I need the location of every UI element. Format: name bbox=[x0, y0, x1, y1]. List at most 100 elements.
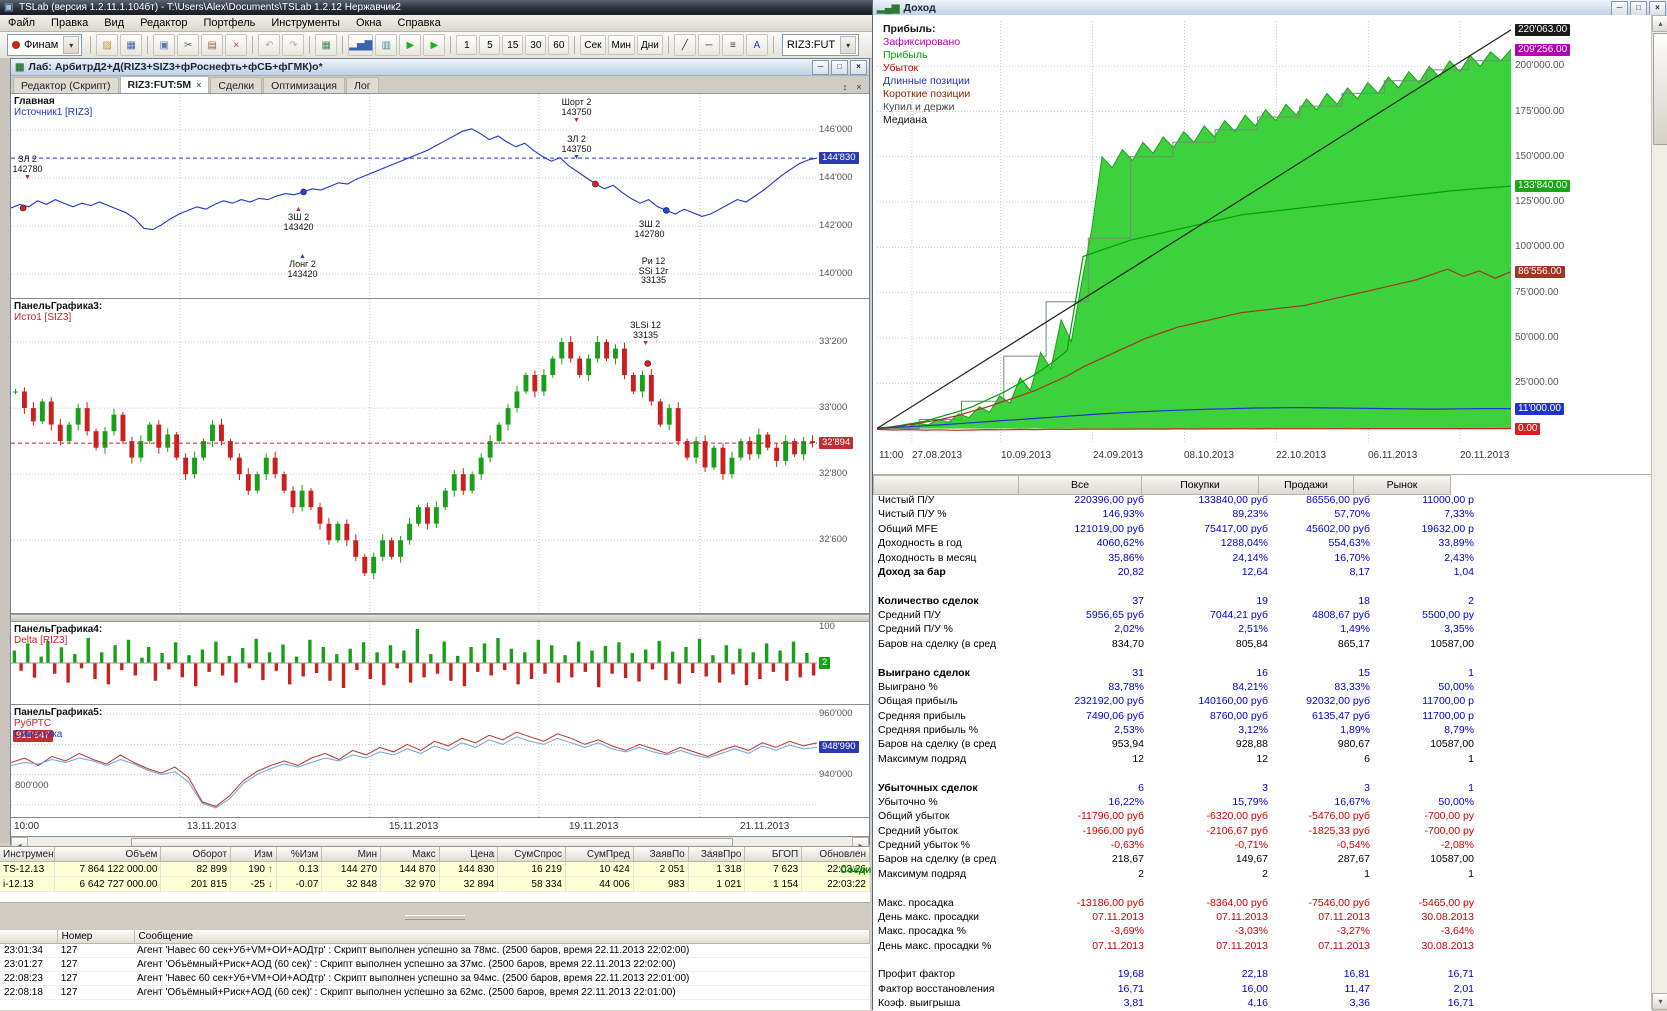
chart-panel-3[interactable]: ЗLSi 12 33135 ▼ ПанельГрафика3: Исто1 [SIZ… bbox=[11, 299, 869, 614]
legend-item[interactable]: Убыток bbox=[883, 62, 970, 75]
column-header[interactable]: Макс bbox=[381, 847, 440, 862]
delete-button[interactable]: × bbox=[225, 34, 248, 56]
column-header[interactable]: Цена bbox=[439, 847, 499, 862]
column-header[interactable]: Все bbox=[1019, 475, 1142, 495]
undo-button[interactable]: ↶ bbox=[258, 34, 281, 56]
column-header[interactable]: СумСпрос bbox=[498, 847, 566, 862]
log-row[interactable]: 23:01:34 127 Агент 'Навес 60 сек+Уб+VM+ОИ+… bbox=[0, 944, 870, 958]
new-grid-button[interactable]: ▦ bbox=[315, 34, 338, 56]
menu-item[interactable]: Правка bbox=[43, 15, 96, 31]
column-header[interactable]: Рынок bbox=[1354, 475, 1451, 495]
legend-item[interactable]: Медиана bbox=[883, 114, 970, 127]
maximize-button[interactable]: □ bbox=[831, 59, 848, 75]
column-header[interactable]: Изм bbox=[231, 847, 277, 862]
bar-chart-button[interactable]: ▂▅▇ bbox=[348, 34, 374, 56]
cut-button[interactable]: ✂ bbox=[177, 34, 200, 56]
column-header[interactable]: Мин bbox=[322, 847, 382, 862]
equity-chart-area[interactable]: Прибыль: Зафиксировано Прибыль Убыток Длинны… bbox=[873, 15, 1652, 474]
column-header[interactable]: Номер bbox=[57, 930, 135, 944]
column-header[interactable]: ЗаявПро bbox=[688, 847, 746, 862]
timeframe-unit-button[interactable]: Мин bbox=[607, 35, 635, 55]
legend-item[interactable]: Короткие позиции bbox=[883, 88, 970, 101]
run-agent-button[interactable]: ▶ bbox=[423, 34, 446, 56]
run-script-button[interactable]: ▶ bbox=[399, 34, 422, 56]
maximize-button[interactable]: □ bbox=[1630, 0, 1647, 16]
legend-item[interactable]: Прибыль bbox=[883, 49, 970, 62]
timeframe-unit-button[interactable]: Сек bbox=[580, 35, 606, 55]
timeframe-button[interactable]: 5 bbox=[479, 35, 501, 55]
scroll-up-icon[interactable]: ▴ bbox=[1652, 15, 1667, 32]
riz3-line-chart[interactable] bbox=[11, 94, 817, 298]
chevron-down-icon[interactable]: ▾ bbox=[840, 36, 857, 54]
scroll-down-icon[interactable]: ▾ bbox=[1652, 993, 1667, 1010]
chart-panel-main[interactable]: ЗЛ 2 142780 ▼ ▲ ЗШ 2 143420 ▲ Лонг 2 143420 Шорт … bbox=[11, 94, 869, 299]
menu-item[interactable]: Окна bbox=[348, 15, 390, 31]
log-row[interactable]: 23:01:27 127 Агент 'Объёмный+Риск+АОД (60 … bbox=[0, 958, 870, 972]
timeframe-unit-button[interactable]: Дни bbox=[636, 35, 663, 55]
lab-titlebar[interactable]: ▦ Лаб: АрбитрД2+Д(RIZ3+SIZ3+фРоснефть+фС… bbox=[11, 59, 869, 76]
instrument-combobox[interactable]: RIZ3:FUT ▾ bbox=[781, 34, 860, 56]
synthetic-line-chart[interactable] bbox=[11, 705, 817, 817]
delta-bar-chart[interactable] bbox=[11, 622, 817, 704]
menu-item[interactable]: Портфель bbox=[195, 15, 263, 31]
table-row[interactable]: i-12.13 6 642 727 000.00 201 815 -25 ↓ -0.07… bbox=[0, 877, 870, 892]
expand-tabs-icon[interactable]: ↕ bbox=[838, 80, 852, 93]
broker-combobox[interactable]: Финам ▾ bbox=[7, 34, 83, 56]
column-header[interactable]: Сообщение bbox=[134, 930, 870, 944]
menu-item[interactable]: Справка bbox=[390, 15, 449, 31]
column-header[interactable]: Оборот bbox=[161, 847, 232, 862]
legend-item[interactable]: Длинные позиции bbox=[883, 75, 970, 88]
log-row[interactable]: 22:08:18 127 Агент 'Объёмный+Риск+АОД (60 … bbox=[0, 986, 870, 1000]
timeframe-button[interactable]: 15 bbox=[502, 35, 524, 55]
scrollbar-thumb[interactable] bbox=[1653, 33, 1667, 145]
minimize-button[interactable]: ─ bbox=[812, 59, 829, 75]
vertical-scrollbar[interactable]: ▴ ▾ bbox=[1651, 15, 1667, 1010]
table-row[interactable]: TS-12.13 7 864 122 000.00 82 899 190 ↑ 0.13 1… bbox=[0, 862, 870, 877]
close-button[interactable]: × bbox=[850, 59, 867, 75]
column-header[interactable]: Продажи bbox=[1259, 475, 1354, 495]
column-header[interactable]: Обновлен bbox=[802, 847, 870, 862]
paste-button[interactable]: ▤ bbox=[201, 34, 224, 56]
column-header[interactable]: %Изм bbox=[276, 847, 323, 862]
timeframe-button[interactable]: 1 bbox=[456, 35, 478, 55]
menu-item[interactable]: Файл bbox=[0, 15, 43, 31]
copy-button[interactable]: ▣ bbox=[153, 34, 176, 56]
open-file-button[interactable]: ▨ bbox=[96, 34, 119, 56]
tab-close-icon[interactable]: × bbox=[196, 80, 201, 90]
column-header[interactable] bbox=[0, 930, 58, 944]
panel-splitter[interactable] bbox=[11, 614, 869, 622]
redo-button[interactable]: ↷ bbox=[282, 34, 305, 56]
timeframe-button[interactable]: 30 bbox=[525, 35, 547, 55]
panel-splitter-band[interactable] bbox=[0, 902, 870, 932]
minimize-button[interactable]: ─ bbox=[1611, 0, 1628, 16]
column-header[interactable]: Объем bbox=[54, 847, 162, 862]
levels-button[interactable]: ≡ bbox=[721, 34, 744, 56]
chevron-down-icon[interactable]: ▾ bbox=[63, 36, 80, 54]
tab-item[interactable]: Редактор (Скрипт) bbox=[13, 77, 119, 93]
tab-item[interactable]: Лог bbox=[346, 77, 379, 93]
legend-item[interactable]: Купил и держи bbox=[883, 101, 970, 114]
log-row[interactable]: 22:08:23 127 Агент 'Навес 60 сек+Уб+VM+ОИ+… bbox=[0, 972, 870, 986]
tab-chart[interactable]: RIZ3:FUT:5M × bbox=[119, 76, 210, 93]
column-header[interactable]: ЗаявПо bbox=[633, 847, 689, 862]
timeframe-button[interactable]: 60 bbox=[548, 35, 570, 55]
trend-line-button[interactable]: ╱ bbox=[673, 34, 696, 56]
close-button[interactable]: × bbox=[1649, 0, 1666, 16]
equity-chart[interactable] bbox=[877, 21, 1511, 443]
chart-panel-4[interactable]: ПанельГрафика4: Delta [RIZ3] 100 2 bbox=[11, 622, 869, 705]
horizontal-line-button[interactable]: ─ bbox=[697, 34, 720, 56]
tab-item[interactable]: Сделки bbox=[210, 77, 263, 93]
menu-item[interactable]: Вид bbox=[96, 15, 132, 31]
column-header[interactable]: СумПред bbox=[566, 847, 634, 862]
menu-item[interactable]: Редактор bbox=[132, 15, 195, 31]
layout-chart-button[interactable]: ▥ bbox=[375, 34, 398, 56]
close-tab-icon[interactable]: × bbox=[852, 80, 866, 93]
tab-item[interactable]: Оптимизация bbox=[263, 77, 345, 93]
column-header[interactable]: Инструмент bbox=[0, 847, 55, 862]
chart-panel-5[interactable]: 915'647 800'000 ПанельГрафика5: РубРТС Си… bbox=[11, 705, 869, 818]
siz3-candle-chart[interactable] bbox=[11, 299, 817, 613]
column-header[interactable]: БГОП bbox=[745, 847, 803, 862]
column-header[interactable]: Покупки bbox=[1142, 475, 1259, 495]
legend-item[interactable]: Зафиксировано bbox=[883, 36, 970, 49]
menu-item[interactable]: Инструменты bbox=[263, 15, 348, 31]
